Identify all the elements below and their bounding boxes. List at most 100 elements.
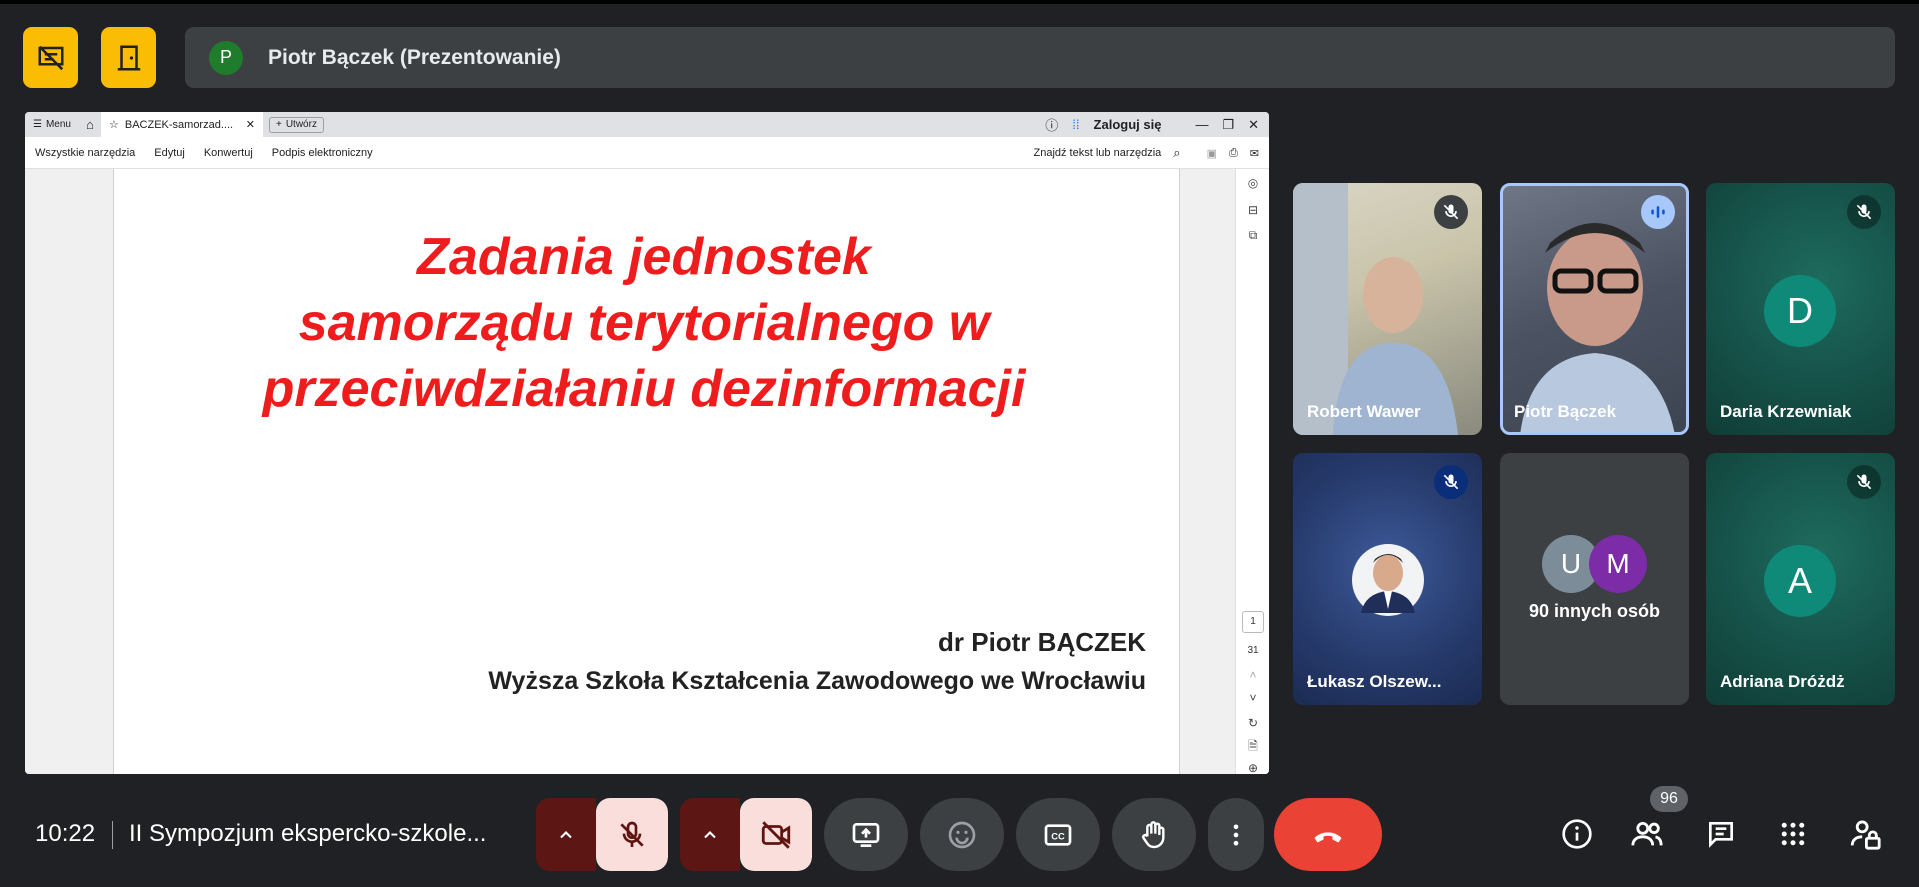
reactions-button[interactable]: [920, 798, 1004, 871]
raise-hand-button[interactable]: [1112, 798, 1196, 871]
video-options-button[interactable]: [680, 798, 740, 871]
search-tools-label[interactable]: Znajdź tekst lub narzędzia: [1033, 147, 1161, 159]
minimize-icon[interactable]: —: [1195, 117, 1208, 132]
help-icon[interactable]: ⓘ: [1045, 115, 1058, 134]
activities-button[interactable]: [1772, 813, 1814, 855]
pdf-toolbar: Wszystkie narzędzia Edytuj Konwertuj Pod…: [25, 137, 1269, 169]
presenter-label: Piotr Bączek (Prezentowanie): [268, 45, 561, 69]
mic-off-icon: [1434, 465, 1468, 499]
audio-options-button[interactable]: [536, 798, 596, 871]
bookmark-icon[interactable]: ⊟: [1244, 201, 1262, 219]
meeting-details-button[interactable]: [1556, 813, 1598, 855]
refresh-icon[interactable]: ↻: [1244, 714, 1262, 732]
stop-presenting-button[interactable]: [23, 27, 78, 88]
chevron-down-icon[interactable]: ˅: [1244, 689, 1262, 707]
presenter-bar: P Piotr Bączek (Prezentowanie): [185, 27, 1895, 88]
apps-icon[interactable]: ⁞⁞: [1072, 117, 1079, 132]
info-icon: [1562, 819, 1592, 849]
end-call-icon: [1314, 831, 1342, 842]
svg-text:CC: CC: [1051, 831, 1065, 841]
mic-off-icon: [1847, 195, 1881, 229]
meeting-title: II Sympozjum ekspercko-szkole...: [129, 820, 487, 847]
browser-window-controls: ⓘ ⁞⁞ Zaloguj się — ❐ ✕: [1045, 112, 1259, 137]
more-vert-icon: [1233, 824, 1239, 845]
mail-icon[interactable]: ✉: [1250, 147, 1259, 160]
participant-name: Robert Wawer: [1307, 402, 1421, 421]
home-icon[interactable]: ⌂: [79, 117, 101, 132]
mic-toggle-button[interactable]: [596, 798, 668, 871]
participant-avatar: A: [1764, 545, 1836, 617]
menu-button[interactable]: ☰ Menu: [25, 119, 79, 130]
participant-tile[interactable]: D Daria Krzewniak: [1706, 183, 1895, 435]
presenter-avatar: P: [209, 40, 243, 75]
restore-icon[interactable]: ❐: [1222, 117, 1234, 133]
present-screen-icon: [852, 822, 880, 847]
more-options-button[interactable]: [1208, 798, 1264, 871]
others-tile[interactable]: U M 90 innych osób: [1500, 453, 1689, 705]
zoom-in-icon[interactable]: ⊕: [1244, 759, 1262, 774]
host-controls-button[interactable]: [1844, 813, 1886, 855]
leave-call-button[interactable]: [1274, 798, 1382, 871]
print-icon[interactable]: ⎙: [1229, 147, 1238, 160]
page-number-input[interactable]: 1: [1242, 611, 1264, 633]
comment-icon[interactable]: ◎: [1244, 174, 1262, 192]
leave-room-button[interactable]: [101, 27, 156, 88]
edit-button[interactable]: Edytuj: [154, 147, 185, 159]
slide-title-line: samorządu terytorialnego w: [298, 294, 990, 352]
captions-button[interactable]: CC: [1016, 798, 1100, 871]
camera-toggle-button[interactable]: [740, 798, 812, 871]
mic-off-icon: [620, 821, 644, 847]
top-strip: [0, 0, 1919, 4]
participant-name: Piotr Bączek: [1514, 402, 1617, 421]
participant-tile[interactable]: Robert Wawer: [1293, 183, 1482, 435]
browser-tab[interactable]: ☆ BACZEK-samorzad.... ✕: [100, 112, 263, 137]
convert-button[interactable]: Konwertuj: [204, 147, 253, 159]
hand-icon: [1142, 820, 1165, 848]
slide-title-line: przeciwdziałaniu dezinformacji: [262, 360, 1026, 418]
microphone-control: [536, 798, 668, 871]
close-tab-icon[interactable]: ✕: [246, 118, 255, 131]
page-icon[interactable]: 🗎: [1244, 737, 1262, 755]
meeting-clock: 10:22: [35, 820, 96, 847]
menu-label: Menu: [45, 119, 71, 130]
slide-institution: Wyższa Szkoła Kształcenia Zawodowego we …: [488, 667, 1146, 695]
chat-icon: [1709, 822, 1733, 848]
camera-control: [680, 798, 812, 871]
participant-tile[interactable]: Łukasz Olszew...: [1293, 453, 1482, 705]
new-tab-button[interactable]: + Utwórz: [268, 116, 324, 133]
participant-name: Adriana Dróżdż: [1720, 672, 1845, 691]
pdf-side-rail: ◎ ⊟ ⧉ 1 31 ˄ ˅ ↻ 🗎 ⊕: [1235, 169, 1269, 774]
participant-avatar: D: [1764, 275, 1836, 347]
document-area: Zadania jednostek samorządu terytorialne…: [25, 169, 1269, 774]
toolbar-right: Znajdź tekst lub narzędzia ⌕ ▣ ⎙ ✉: [1033, 137, 1259, 169]
e-signature-button[interactable]: Podpis elektroniczny: [272, 147, 373, 159]
shared-screen: ☰ Menu ⌂ ☆ BACZEK-samorzad.... ✕ + Utwór…: [25, 112, 1269, 774]
camera-off-icon: [761, 820, 791, 849]
pdf-page: Zadania jednostek samorządu terytorialne…: [113, 169, 1180, 774]
search-icon[interactable]: ⌕: [1173, 145, 1180, 161]
chevron-up-icon: [704, 830, 716, 838]
participant-name: Daria Krzewniak: [1720, 402, 1852, 421]
divider: [112, 821, 113, 849]
page-total: 31: [1247, 645, 1259, 656]
save-icon[interactable]: ▣: [1207, 147, 1217, 160]
emoji-icon: [948, 821, 976, 848]
participant-count-badge: 96: [1650, 786, 1688, 812]
participant-tile-active-speaker[interactable]: Piotr Bączek: [1500, 183, 1689, 435]
chevron-up-icon[interactable]: ˄: [1244, 666, 1262, 684]
login-button[interactable]: Zaloguj się: [1094, 117, 1162, 132]
others-count-label: 90 innych osób: [1528, 601, 1661, 621]
people-icon: [1631, 821, 1663, 846]
all-tools-button[interactable]: Wszystkie narzędzia: [35, 147, 135, 159]
present-screen-button[interactable]: [824, 798, 908, 871]
copy-icon[interactable]: ⧉: [1244, 226, 1262, 244]
door-icon: [117, 45, 140, 70]
browser-tab-bar: ☰ Menu ⌂ ☆ BACZEK-samorzad.... ✕ + Utwór…: [25, 112, 1269, 137]
chat-button[interactable]: [1700, 813, 1742, 855]
people-button[interactable]: [1626, 813, 1668, 855]
chevron-up-icon: [560, 830, 572, 838]
close-window-icon[interactable]: ✕: [1248, 117, 1259, 133]
mic-off-icon: [1847, 465, 1881, 499]
participant-tile[interactable]: A Adriana Dróżdż: [1706, 453, 1895, 705]
slide-author: dr Piotr BĄCZEK: [938, 627, 1146, 657]
